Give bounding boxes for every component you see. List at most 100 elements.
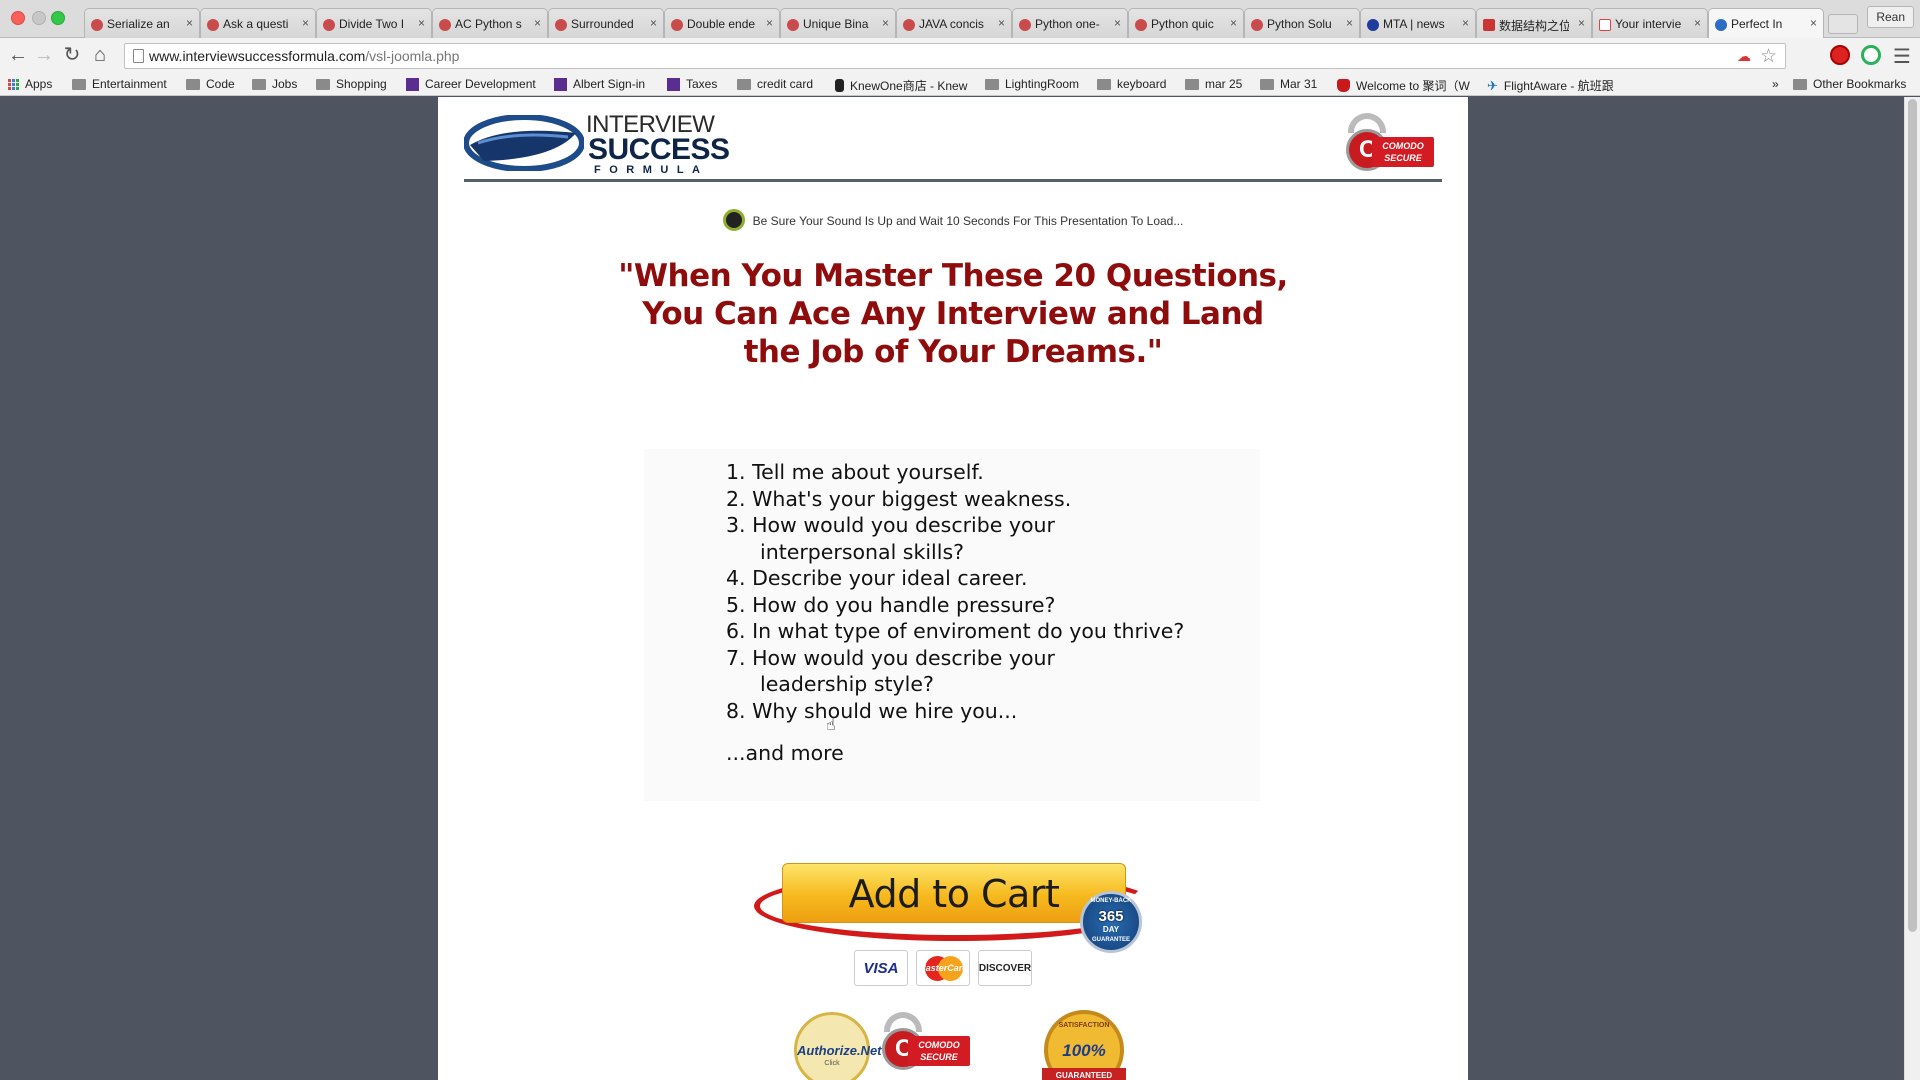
knewone-icon: [835, 79, 844, 92]
address-bar[interactable]: www.interviewsuccessformula.com/vsl-joom…: [124, 43, 1786, 69]
tab-close-icon[interactable]: ×: [186, 16, 193, 30]
headline-line-1: "When You Master These 20 Questions,: [618, 258, 1288, 294]
tab-close-icon[interactable]: ×: [302, 16, 309, 30]
comodo-secure-seal[interactable]: COMODOSECURE: [882, 1012, 970, 1072]
bookmark-label: Entertainment: [92, 77, 167, 91]
browser-tab[interactable]: Surrounded ×: [548, 8, 664, 38]
menu-hamburger-icon[interactable]: ☰: [1893, 44, 1911, 69]
tab-title: Ask a questi: [223, 17, 289, 31]
tab-close-icon[interactable]: ×: [650, 16, 657, 30]
browser-tab[interactable]: Serialize an ×: [84, 8, 200, 38]
page-icon: [133, 49, 144, 63]
browser-tab[interactable]: Python quic ×: [1128, 8, 1244, 38]
browser-tab[interactable]: Divide Two I ×: [316, 8, 432, 38]
visa-card-icon: VISA: [854, 950, 908, 986]
authorize-net-seal[interactable]: Authorize.Net Click: [794, 1012, 882, 1080]
browser-tab[interactable]: Double ende ×: [664, 8, 780, 38]
bookmark-item[interactable]: Welcome to 聚词（W: [1337, 77, 1470, 94]
question-text: 4. Describe your ideal career.: [726, 566, 1028, 590]
bookmark-star-icon[interactable]: ☆: [1760, 45, 1777, 68]
bookmark-item[interactable]: Apps: [8, 77, 52, 91]
adblock-extension-icon[interactable]: [1830, 45, 1850, 65]
bookmark-item[interactable]: Shopping: [316, 77, 387, 91]
yahoo-icon: [406, 77, 419, 91]
browser-tab[interactable]: Perfect In ×: [1708, 8, 1824, 38]
grammarly-extension-icon[interactable]: [1861, 45, 1881, 65]
question-text: 3. How would you describe your: [726, 513, 1055, 537]
forward-arrow-icon[interactable]: →: [32, 44, 56, 68]
leetcode-icon: [91, 19, 103, 31]
scrollbar-thumb[interactable]: [1908, 99, 1917, 932]
browser-tab[interactable]: MTA | news ×: [1360, 8, 1476, 38]
zoom-window-button[interactable]: [51, 11, 65, 25]
bookmark-item[interactable]: Code: [186, 77, 235, 91]
page-content: INTERVIEW SUCCESS FORMULA COMODOSECURE B…: [438, 97, 1468, 1080]
bookmark-item[interactable]: keyboard: [1097, 77, 1166, 91]
url-host: www.interviewsuccessformula.com: [149, 48, 366, 64]
bookmark-item[interactable]: Albert Sign-in: [554, 77, 645, 91]
bookmark-item[interactable]: mar 25: [1185, 77, 1242, 91]
browser-tab[interactable]: Python one- ×: [1012, 8, 1128, 38]
browser-tab[interactable]: AC Python s ×: [432, 8, 548, 38]
profile-button[interactable]: Rean: [1867, 6, 1914, 28]
bookmark-item[interactable]: Mar 31: [1260, 77, 1317, 91]
tab-close-icon[interactable]: ×: [766, 16, 773, 30]
browser-tab[interactable]: Your intervie ×: [1592, 8, 1708, 38]
close-window-button[interactable]: [11, 11, 25, 25]
leetcode-icon: [1251, 19, 1263, 31]
browser-tab[interactable]: Python Solu ×: [1244, 8, 1360, 38]
tab-close-icon[interactable]: ×: [1694, 16, 1701, 30]
bookmark-item[interactable]: LightingRoom: [985, 77, 1079, 91]
folder-icon: [985, 78, 999, 90]
folder-icon: [72, 78, 86, 90]
tab-close-icon[interactable]: ×: [1346, 16, 1353, 30]
tab-title: Perfect In: [1731, 17, 1783, 31]
welcome-shield-icon: [1337, 79, 1350, 92]
headline-line-2: You Can Ace Any Interview and Land: [642, 296, 1264, 332]
bookmark-item[interactable]: ✈ FlightAware - 航班跟: [1487, 77, 1614, 94]
browser-tab[interactable]: Unique Bina ×: [780, 8, 896, 38]
video-presentation-frame[interactable]: 1. Tell me about yourself. 2. What's your…: [644, 449, 1260, 801]
tab-close-icon[interactable]: ×: [1230, 16, 1237, 30]
bookmarks-overflow-chevron[interactable]: »: [1772, 77, 1779, 91]
add-to-cart-button[interactable]: Add to Cart: [782, 863, 1126, 923]
bookmark-item[interactable]: Career Development: [406, 77, 536, 91]
bookmark-label: Albert Sign-in: [573, 77, 646, 91]
tab-close-icon[interactable]: ×: [882, 16, 889, 30]
tab-close-icon[interactable]: ×: [1810, 16, 1817, 30]
bookmark-item[interactable]: Jobs: [252, 77, 297, 91]
question-item: 3. How would you describe your interperso…: [726, 512, 1184, 565]
bookmarks-bar: Apps Entertainment Code Jobs Shopping Career …: [0, 73, 1920, 96]
bookmark-item[interactable]: credit card: [737, 77, 813, 91]
folder-icon: [1185, 78, 1199, 90]
comodo-secure-badge[interactable]: COMODOSECURE: [1346, 113, 1434, 173]
reload-icon[interactable]: ↻: [60, 44, 84, 68]
leetcode-icon: [1019, 19, 1031, 31]
tab-close-icon[interactable]: ×: [1114, 16, 1121, 30]
browser-tab[interactable]: Ask a questi ×: [200, 8, 316, 38]
hand-cursor-icon: ☝: [826, 717, 836, 734]
home-icon[interactable]: ⌂: [88, 44, 112, 68]
tab-close-icon[interactable]: ×: [1578, 16, 1585, 30]
browser-tab[interactable]: 数据结构之位 ×: [1476, 8, 1592, 38]
bookmark-label: Code: [206, 77, 235, 91]
tab-close-icon[interactable]: ×: [998, 16, 1005, 30]
minimize-window-button[interactable]: [32, 11, 46, 25]
tab-close-icon[interactable]: ×: [418, 16, 425, 30]
back-arrow-icon[interactable]: ←: [6, 44, 30, 68]
new-tab-button[interactable]: [1828, 14, 1858, 34]
tab-close-icon[interactable]: ×: [1462, 16, 1469, 30]
page-scrollbar[interactable]: [1904, 97, 1920, 1080]
cloud-extension-icon[interactable]: ☁: [1737, 48, 1751, 65]
bookmark-item[interactable]: Taxes: [667, 77, 717, 91]
guarantee-bottom-text: GUARANTEE: [1091, 937, 1130, 943]
url-path: /vsl-joomla.php: [365, 48, 460, 64]
address-url[interactable]: www.interviewsuccessformula.com/vsl-joom…: [149, 48, 459, 64]
headline-line-3: the Job of Your Dreams.": [743, 334, 1163, 370]
tab-close-icon[interactable]: ×: [534, 16, 541, 30]
bookmark-item[interactable]: Entertainment: [72, 77, 167, 91]
browser-tab[interactable]: JAVA concis ×: [896, 8, 1012, 38]
isf-logo[interactable]: INTERVIEW SUCCESS FORMULA: [464, 109, 730, 176]
other-bookmarks[interactable]: Other Bookmarks: [1793, 77, 1906, 91]
bookmark-item[interactable]: KnewOne商店 - Knew: [835, 77, 967, 94]
